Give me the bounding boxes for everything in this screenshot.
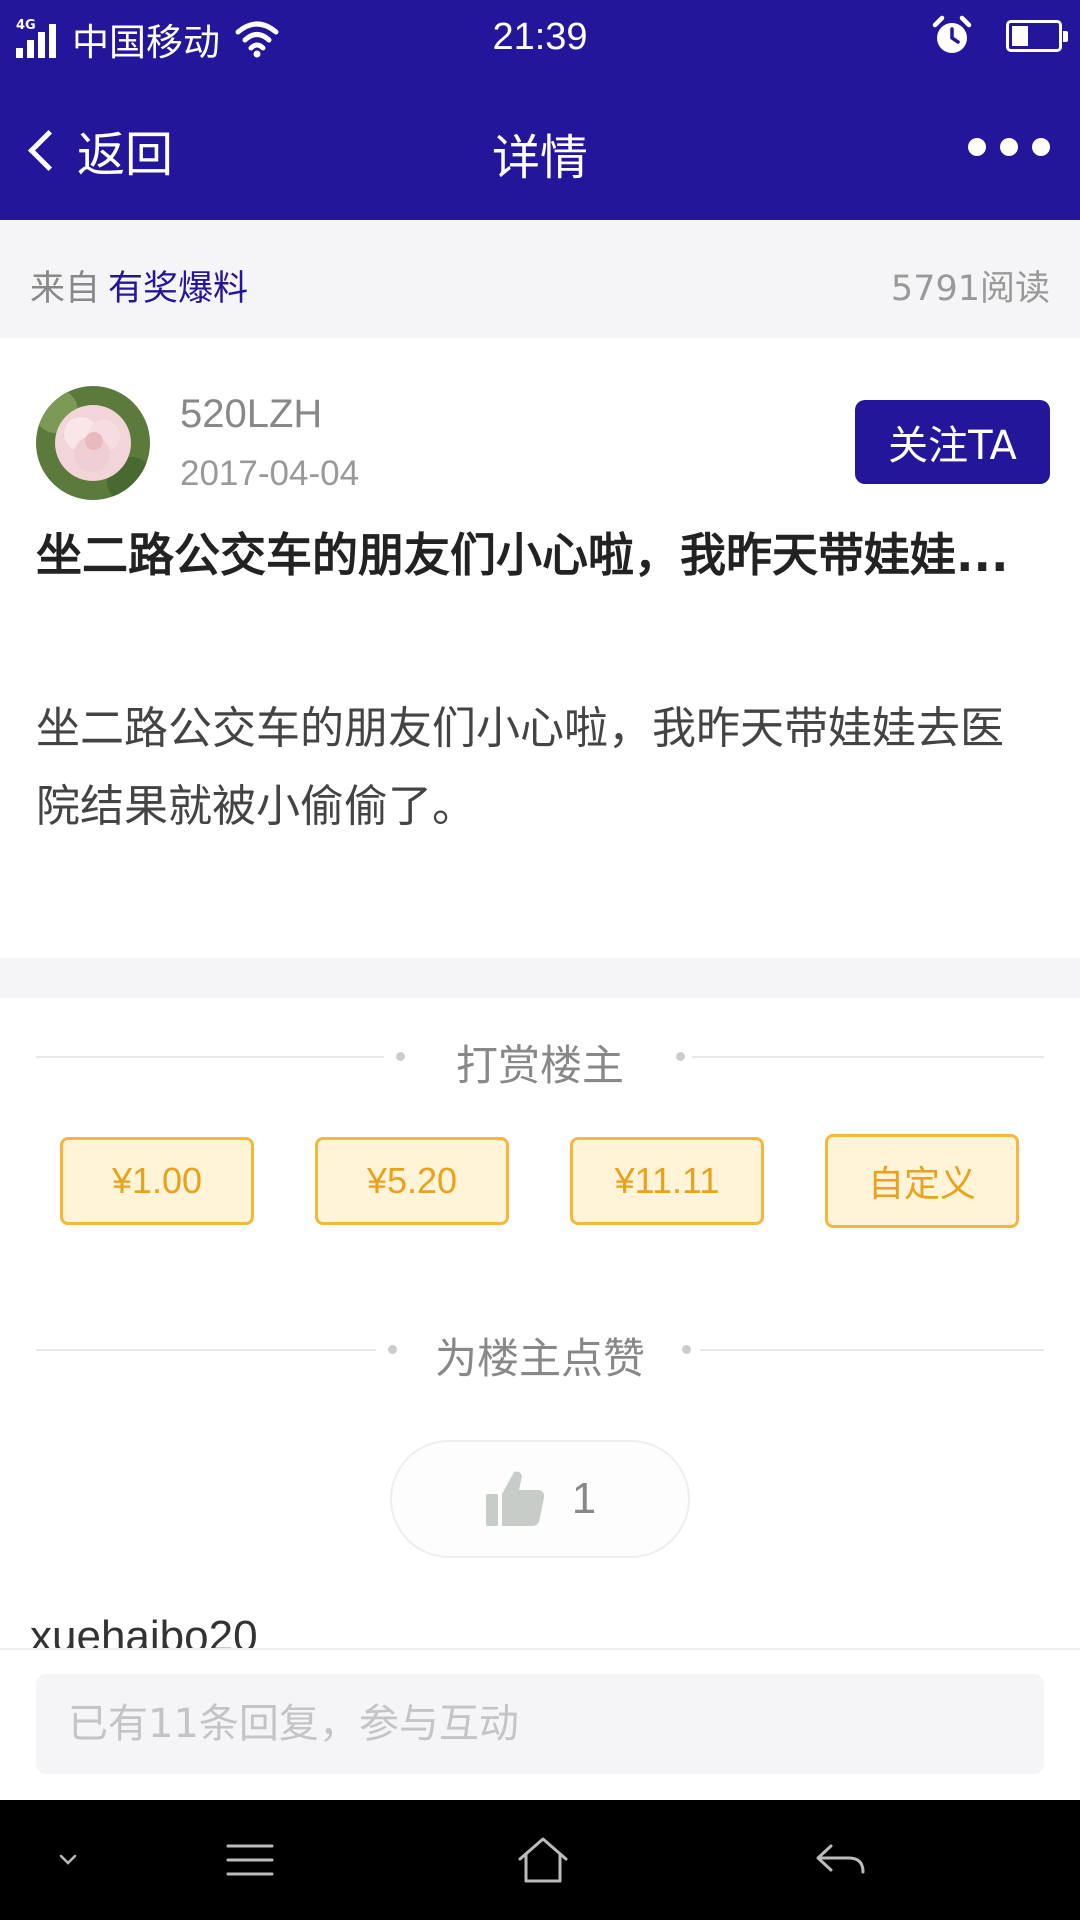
top-bar: 4G 中国移动 21:39 返回 详情 [0,0,1080,220]
chevron-down-icon[interactable] [8,1820,128,1900]
source-channel-link[interactable]: 有奖爆料 [108,269,248,309]
flower-avatar-image [36,386,150,500]
like-heading: 为楼主点赞 [36,1325,1044,1383]
menu-icon[interactable] [190,1820,310,1900]
system-nav-bar [0,1800,1080,1920]
reward-heading-label: 打赏楼主 [455,1041,624,1090]
post-date: 2017-04-04 [180,454,360,493]
follow-button[interactable]: 关注TA [855,400,1050,484]
reward-option-3[interactable]: ¥11.11 [570,1137,764,1225]
source-info: 来自 有奖爆料 [30,260,248,311]
reply-input[interactable] [36,1674,1044,1774]
avatar[interactable] [36,386,150,500]
source-bar: 来自 有奖爆料 5791阅读 [0,220,1080,338]
alarm-icon [932,15,972,53]
like-heading-label: 为楼主点赞 [434,1334,645,1383]
like-count: 1 [571,1474,597,1523]
page-title: 详情 [491,130,588,186]
reward-option-2[interactable]: ¥5.20 [315,1137,509,1225]
author-name[interactable]: 520LZH [180,392,322,437]
thumbs-up-icon [485,1471,544,1526]
reward-heading: 打赏楼主 [36,1032,1044,1090]
section-divider [0,958,1080,998]
battery-icon [1006,20,1068,52]
status-time: 21:39 [492,16,588,58]
back-arrow-icon[interactable] [780,1820,900,1900]
read-count: 5791阅读 [890,269,1050,309]
status-bar: 4G 中国移动 21:39 [0,0,1080,80]
more-dots-icon[interactable] [968,138,1050,158]
reward-option-custom[interactable]: 自定义 [825,1134,1019,1228]
post-body: 坐二路公交车的朋友们小心啦，我昨天带娃娃去医院结果就被小偷偷了。 [36,703,1004,832]
like-button[interactable]: 1 [390,1440,690,1558]
post-title: 坐二路公交车的朋友们小心啦，我昨天带娃娃... [36,528,1009,582]
reward-option-1[interactable]: ¥1.00 [60,1137,254,1225]
source-prefix: 来自 [30,269,101,309]
home-icon[interactable] [483,1820,603,1900]
